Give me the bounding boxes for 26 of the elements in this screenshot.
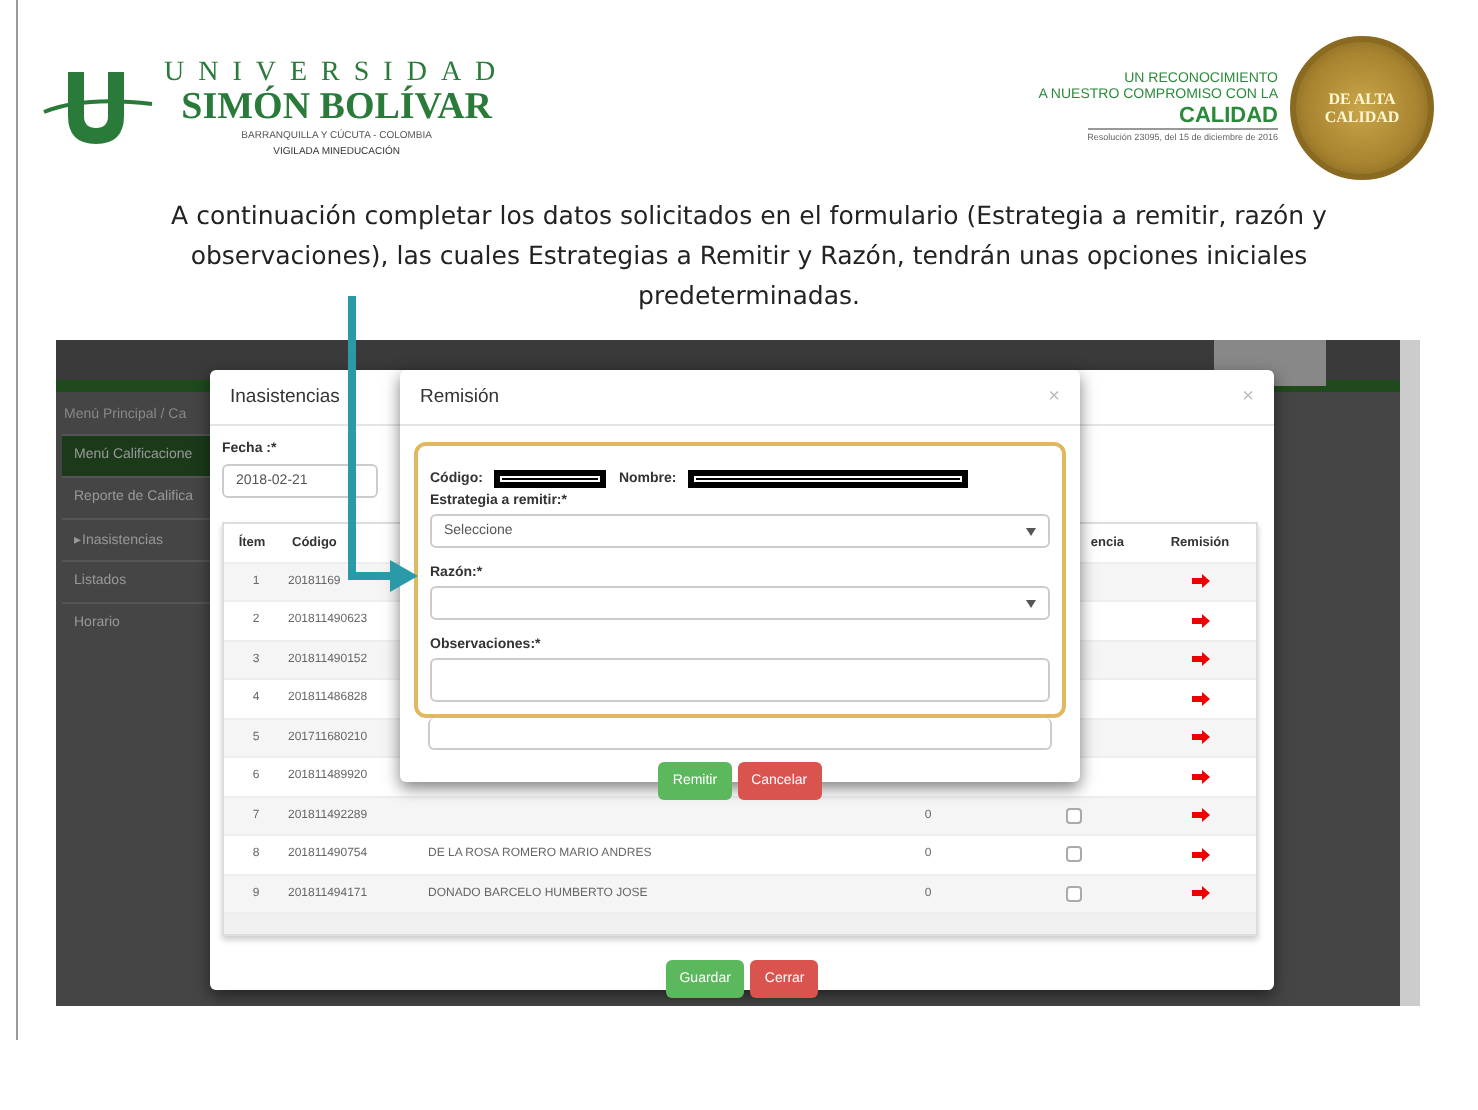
observations-field[interactable]	[430, 658, 1050, 702]
arrow-right-icon[interactable]	[1191, 769, 1209, 784]
checkbox[interactable]	[1066, 885, 1082, 902]
quality-title: CALIDAD	[1179, 104, 1278, 128]
observations-field[interactable]	[428, 718, 1052, 750]
quality-seal: DE ALTA CALIDAD	[1290, 36, 1434, 180]
logo-text: UNIVERSIDAD	[164, 57, 510, 87]
checkbox[interactable]	[1066, 846, 1082, 863]
dialog-title: Remisión	[420, 386, 500, 408]
arrow-right-icon[interactable]	[1191, 652, 1209, 667]
arrow-right-icon[interactable]	[1191, 574, 1209, 589]
arrow-right-icon[interactable]	[1191, 730, 1209, 745]
arrow-right-icon[interactable]	[1191, 847, 1209, 862]
caret-icon	[1026, 527, 1036, 535]
close-button[interactable]: ×	[1048, 386, 1060, 408]
arrow-right-icon[interactable]	[1191, 613, 1209, 628]
university-emblem-icon	[40, 68, 156, 148]
arrow-right-icon[interactable]	[1191, 886, 1209, 901]
dialog-title: Inasistencias	[230, 386, 340, 408]
logo-text: SIMÓN BOLÍVAR	[181, 87, 493, 127]
arrow-right-icon[interactable]	[1191, 691, 1209, 706]
checkbox[interactable]	[1066, 807, 1082, 824]
instruction-text: A continuación completar los datos solicitados en el formulario (Estrategia a remitir, razón y observaciones), las cuales Estrategias a Remitir y Razón, tendrán unas opciones iniciales predeterminadas.	[169, 198, 1329, 314]
arrow-right-icon[interactable]	[1191, 808, 1209, 823]
close-button[interactable]: ×	[1242, 386, 1254, 408]
redaction-bar	[494, 470, 607, 488]
